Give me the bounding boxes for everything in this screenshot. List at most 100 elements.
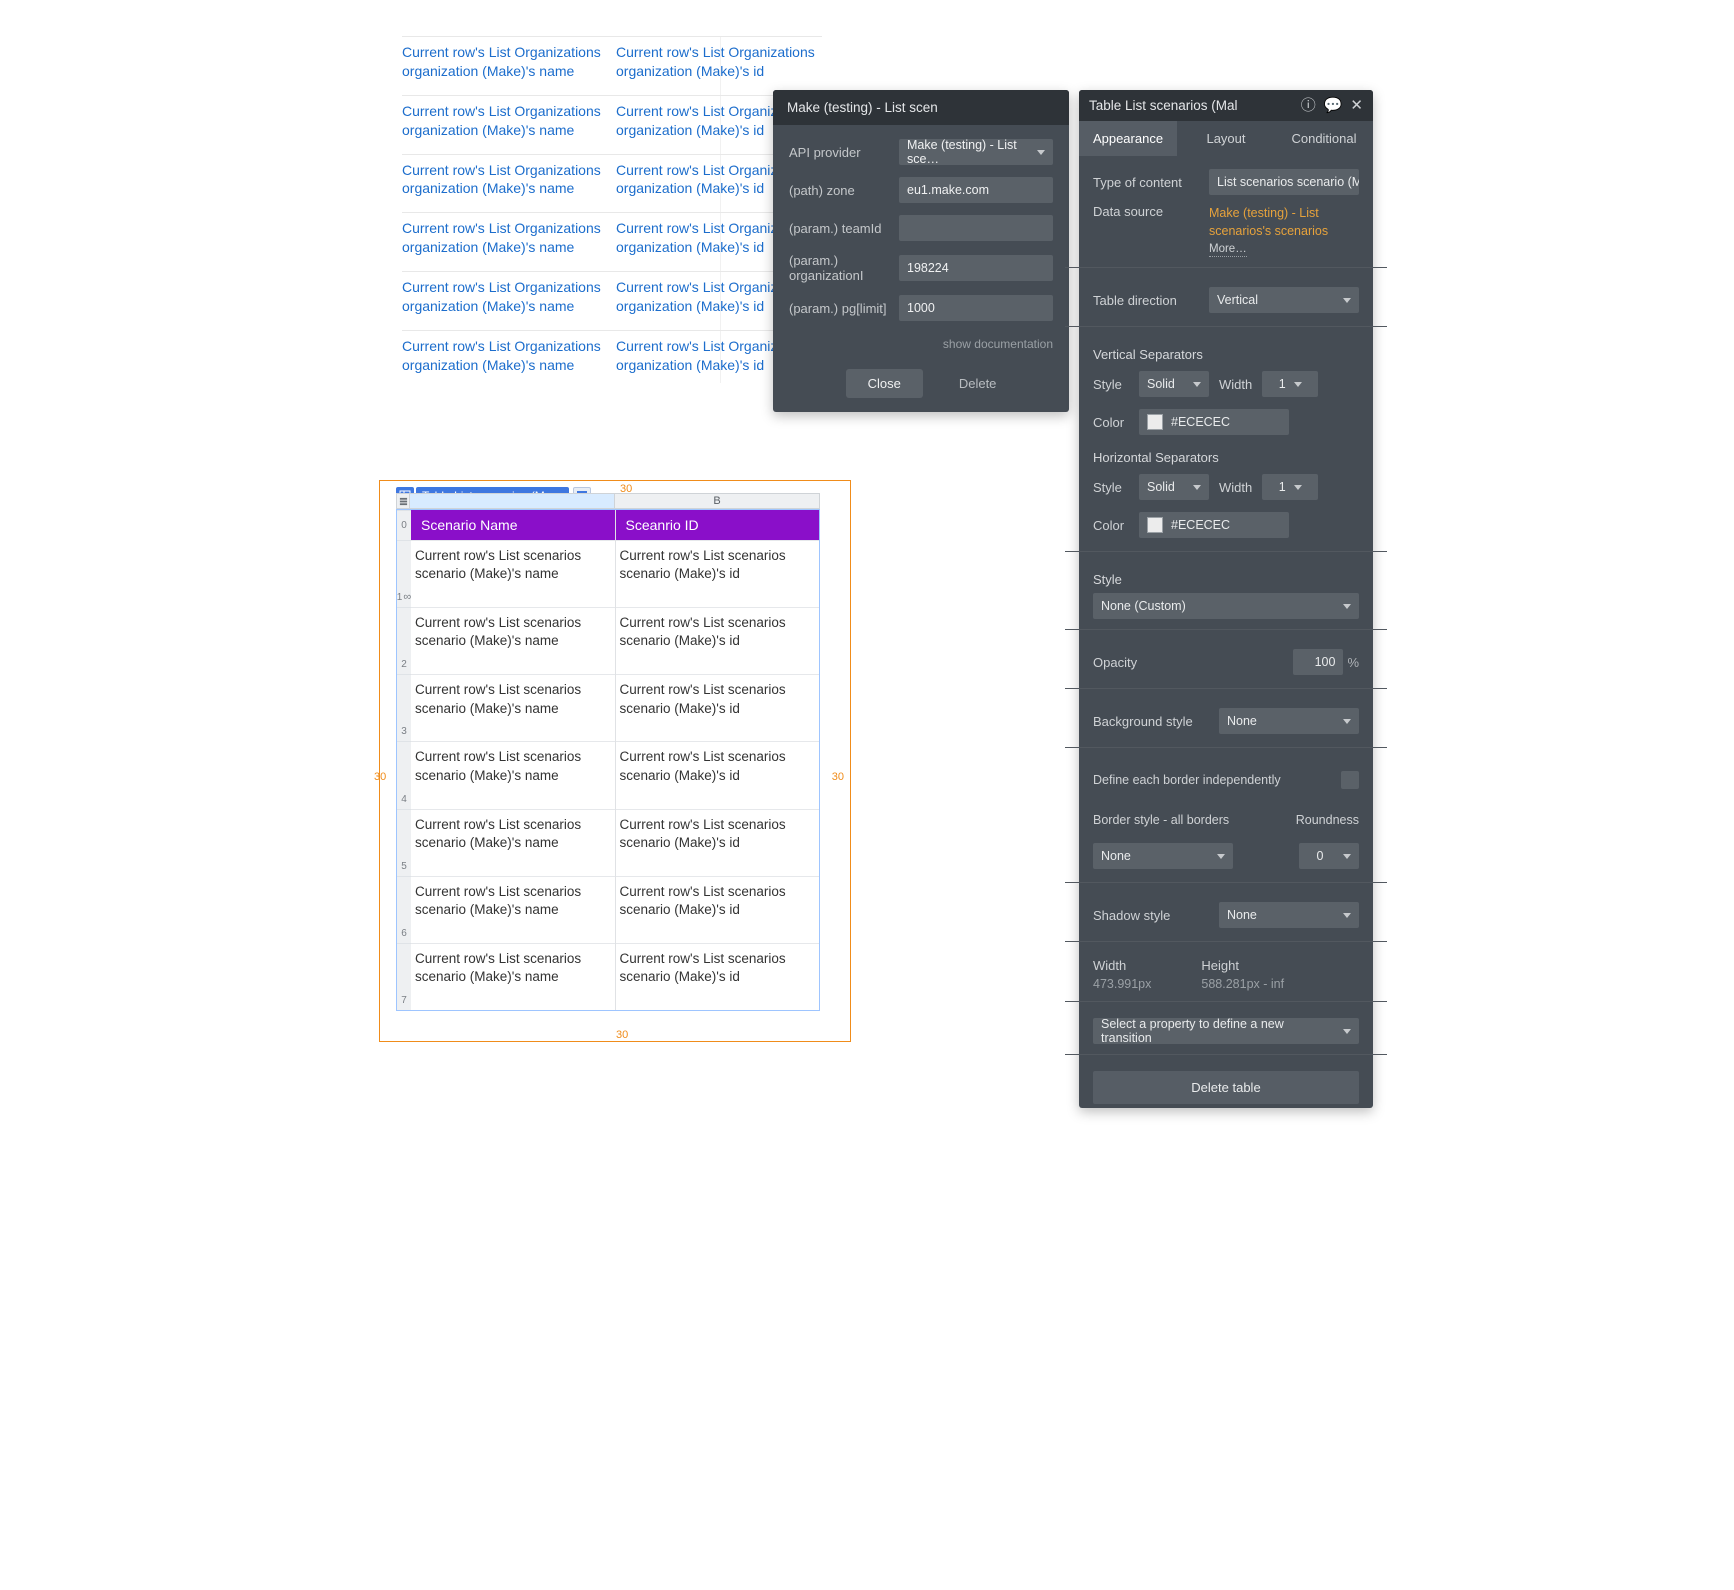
transition-select[interactable]: Select a property to define a new transi… [1093, 1018, 1359, 1044]
organizationid-input[interactable]: 198224 [899, 255, 1053, 281]
vsep-style-select[interactable]: Solid [1139, 371, 1209, 397]
cell[interactable]: Current row's List scenarios scenario (M… [616, 809, 820, 876]
delete-button[interactable]: Delete [959, 376, 997, 391]
show-documentation-link[interactable]: show documentation [773, 337, 1069, 361]
chevron-down-icon [1343, 604, 1351, 609]
element-inspector-panel: Table List scenarios (Mal ⓘ 💬 ✕ Appearan… [1079, 90, 1373, 1108]
table-row: Current row's List Organizations organiz… [402, 271, 822, 330]
shadow-style-select[interactable]: None [1219, 902, 1359, 928]
height-label: Height [1201, 958, 1284, 973]
data-source-more[interactable]: More… [1209, 243, 1247, 257]
color-swatch [1147, 517, 1163, 533]
cell[interactable]: Current row's List scenarios scenario (M… [616, 540, 820, 607]
cell[interactable]: Current row's List scenarios scenario (M… [411, 809, 615, 876]
cell-name: Current row's List Organizations organiz… [402, 272, 608, 330]
cell[interactable]: Current row's List scenarios scenario (M… [411, 607, 615, 674]
border-all-label: Border style - all borders [1093, 813, 1229, 827]
data-source-value[interactable]: Make (testing) - List scenarios's scenar… [1209, 204, 1359, 257]
width-label: Width [1093, 958, 1151, 973]
table-row: Current row's List Organizations organiz… [402, 330, 822, 389]
tab-appearance[interactable]: Appearance [1079, 121, 1177, 156]
header-scenario-id[interactable]: Sceanrio ID [616, 510, 820, 540]
cell[interactable]: Current row's List scenarios scenario (M… [411, 876, 615, 943]
hsep-style-select[interactable]: Solid [1139, 474, 1209, 500]
scenarios-table[interactable]: B 0 1 2 3 4 5 6 7 Scenario Name Current … [396, 493, 820, 1011]
row-num[interactable]: 5 [397, 809, 411, 876]
cell[interactable]: Current row's List scenarios scenario (M… [616, 607, 820, 674]
column-divider [720, 36, 721, 383]
chevron-down-icon [1343, 298, 1351, 303]
modal-title[interactable]: Make (testing) - List scen [773, 90, 1069, 125]
organizations-table: Current row's List Organizations organiz… [402, 36, 822, 389]
table-row: Current row's List Organizations organiz… [402, 212, 822, 271]
row-num[interactable]: 7 [397, 943, 411, 1010]
tab-layout[interactable]: Layout [1177, 121, 1275, 156]
row-num[interactable]: 2 [397, 607, 411, 674]
cell-name: Current row's List Organizations organiz… [402, 96, 608, 154]
type-of-content-label: Type of content [1093, 175, 1182, 190]
background-style-select[interactable]: None [1219, 708, 1359, 734]
header-scenario-name[interactable]: Scenario Name [411, 510, 615, 540]
delete-table-button[interactable]: Delete table [1093, 1071, 1359, 1104]
organizationid-label: (param.) organizationI [789, 253, 899, 283]
roundness-select[interactable]: 0 [1299, 843, 1359, 869]
type-of-content-field[interactable]: List scenarios scenario (Make [1209, 169, 1359, 195]
cell[interactable]: Current row's List scenarios scenario (M… [616, 674, 820, 741]
row-num[interactable]: 1 [397, 540, 411, 607]
teamid-input[interactable] [899, 215, 1053, 241]
vsep-style-label: Style [1093, 377, 1129, 392]
vsep-width-select[interactable]: 1 [1262, 371, 1318, 397]
vsep-color-input[interactable]: #ECECEC [1139, 409, 1289, 435]
cell[interactable]: Current row's List scenarios scenario (M… [616, 741, 820, 808]
row-num[interactable]: 3 [397, 674, 411, 741]
border-independent-checkbox[interactable] [1341, 771, 1359, 789]
pglimit-input[interactable]: 1000 [899, 295, 1053, 321]
col-header-a[interactable] [410, 493, 615, 509]
chevron-down-icon [1193, 485, 1201, 490]
info-icon[interactable]: ⓘ [1301, 98, 1316, 113]
zone-input[interactable]: eu1.make.com [899, 177, 1053, 203]
cell[interactable]: Current row's List scenarios scenario (M… [411, 943, 615, 1010]
table-direction-select[interactable]: Vertical [1209, 287, 1359, 313]
close-icon[interactable]: ✕ [1350, 98, 1363, 113]
inspector-title[interactable]: Table List scenarios (Mal [1089, 98, 1238, 113]
cell-name: Current row's List Organizations organiz… [402, 155, 608, 213]
table-row: Current row's List Organizations organiz… [402, 95, 822, 154]
comment-icon[interactable]: 💬 [1324, 98, 1343, 113]
row-num[interactable]: 0 [397, 510, 411, 540]
hsep-width-select[interactable]: 1 [1262, 474, 1318, 500]
zone-label: (path) zone [789, 183, 899, 198]
api-provider-select[interactable]: Make (testing) - List sce… [899, 139, 1053, 165]
row-num[interactable]: 4 [397, 741, 411, 808]
chevron-down-icon [1343, 719, 1351, 724]
element-style-select[interactable]: None (Custom) [1093, 593, 1359, 619]
row-num[interactable]: 6 [397, 876, 411, 943]
row-numbers: 0 1 2 3 4 5 6 7 [397, 510, 411, 1010]
cell[interactable]: Current row's List scenarios scenario (M… [616, 943, 820, 1010]
close-button[interactable]: Close [846, 369, 923, 398]
column-scenario-id: Sceanrio ID Current row's List scenarios… [615, 510, 820, 1010]
border-style-select[interactable]: None [1093, 843, 1233, 869]
api-provider-label: API provider [789, 145, 899, 160]
cell[interactable]: Current row's List scenarios scenario (M… [411, 540, 615, 607]
chevron-down-icon [1343, 1029, 1351, 1034]
background-style-label: Background style [1093, 714, 1193, 729]
hsep-color-input[interactable]: #ECECEC [1139, 512, 1289, 538]
horizontal-separators-heading: Horizontal Separators [1093, 446, 1359, 471]
tab-conditional[interactable]: Conditional [1275, 121, 1373, 156]
chevron-down-icon [1343, 854, 1351, 859]
cell[interactable]: Current row's List scenarios scenario (M… [411, 741, 615, 808]
ruler-corner[interactable] [396, 493, 410, 509]
cell[interactable]: Current row's List scenarios scenario (M… [616, 876, 820, 943]
opacity-input[interactable]: 100 [1293, 649, 1343, 675]
chevron-down-icon [1294, 382, 1302, 387]
roundness-label: Roundness [1296, 813, 1359, 827]
table-direction-label: Table direction [1093, 293, 1177, 308]
data-source-label: Data source [1093, 204, 1163, 219]
col-header-b[interactable]: B [615, 493, 820, 509]
chevron-down-icon [1193, 382, 1201, 387]
cell-id: Current row's List Organizations organiz… [616, 37, 822, 95]
cell[interactable]: Current row's List scenarios scenario (M… [411, 674, 615, 741]
cell-name: Current row's List Organizations organiz… [402, 213, 608, 271]
chevron-down-icon [1294, 485, 1302, 490]
